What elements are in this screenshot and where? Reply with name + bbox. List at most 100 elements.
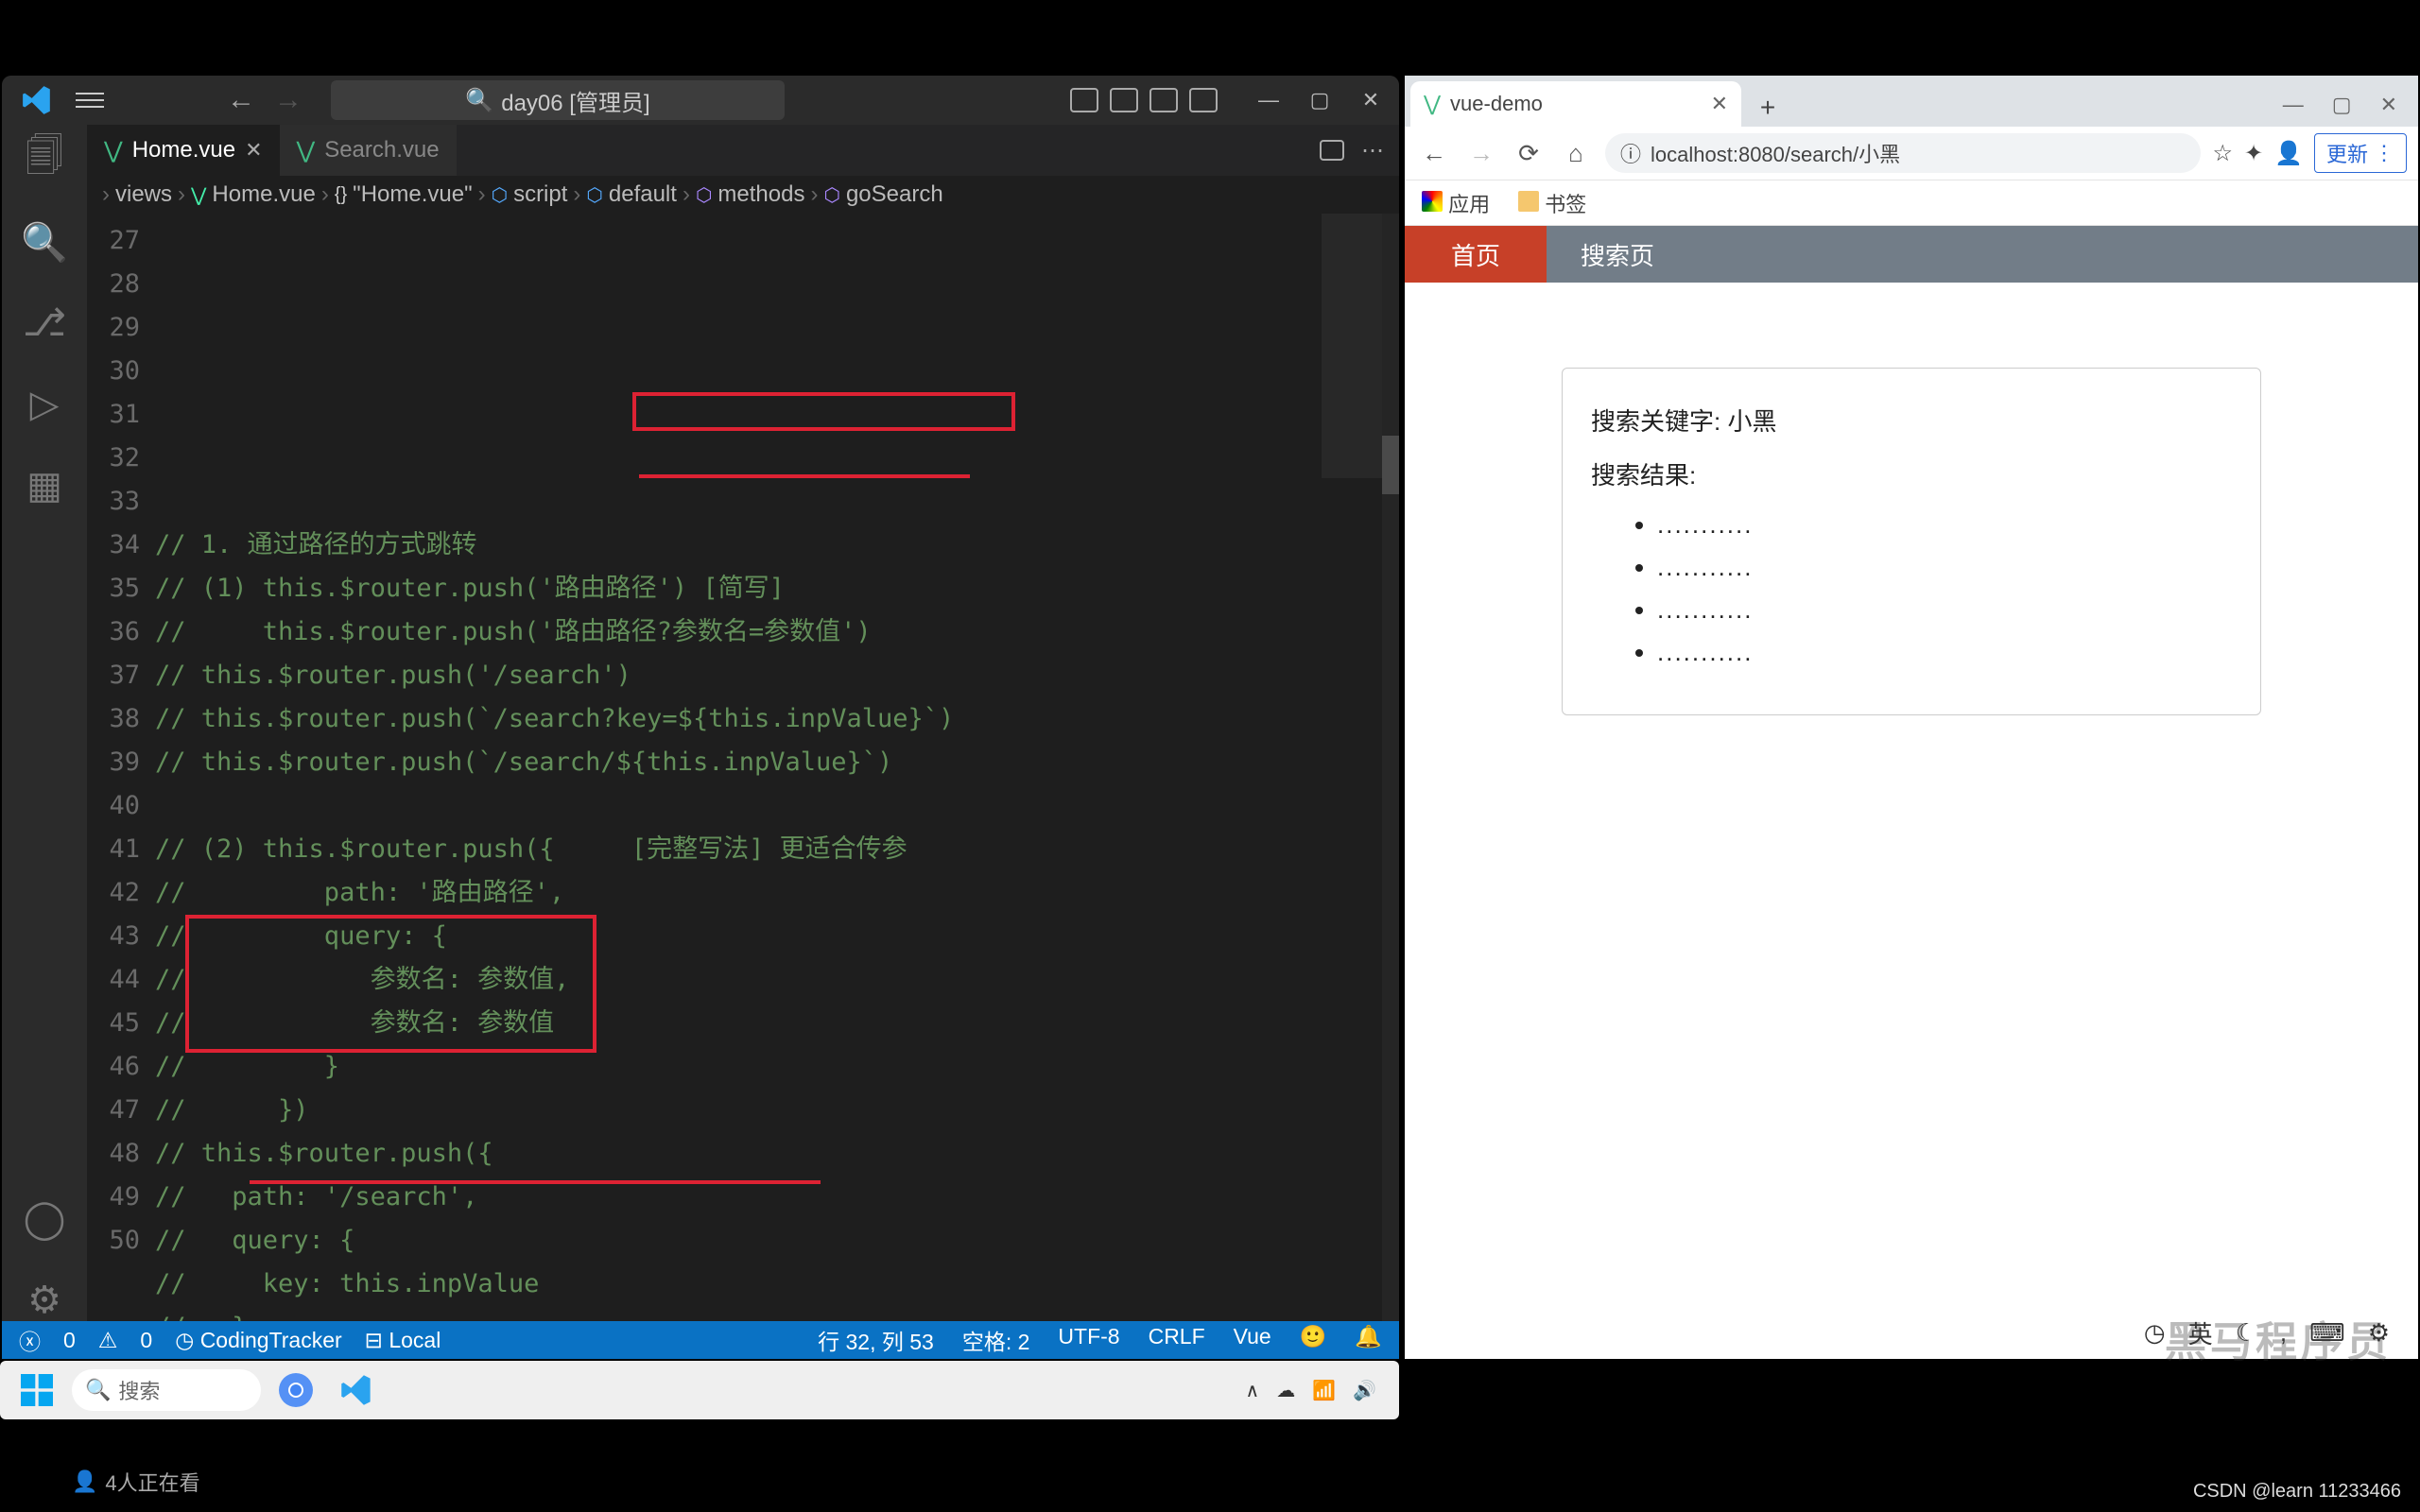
vscode-logo-icon bbox=[21, 84, 53, 116]
search-icon: 🔍 bbox=[465, 87, 493, 114]
browser-window: ⋁ vue-demo ✕ + — ▢ ✕ ← → ⟳ ⌂ ⓘ localhost… bbox=[1405, 76, 2418, 1359]
person-icon: 👤 bbox=[72, 1469, 97, 1494]
vue-file-icon: ⋁ bbox=[297, 137, 316, 164]
start-button[interactable] bbox=[11, 1365, 62, 1416]
layout-bottom-icon[interactable] bbox=[1110, 88, 1138, 112]
puzzle-icon[interactable]: ✦ bbox=[2244, 140, 2263, 167]
info-icon[interactable]: ⓘ bbox=[1620, 138, 1641, 168]
search-sidebar-icon[interactable]: 🔍 bbox=[24, 221, 65, 263]
tray-cloud-icon[interactable]: ☁ bbox=[1276, 1379, 1295, 1402]
breadcrumb[interactable]: script bbox=[513, 181, 567, 208]
command-center[interactable]: 🔍 day06 [管理员] bbox=[331, 80, 785, 120]
home-icon[interactable]: ⌂ bbox=[1558, 135, 1594, 171]
minimize-icon[interactable]: — bbox=[1255, 87, 1282, 113]
breadcrumb[interactable]: methods bbox=[717, 181, 804, 208]
breadcrumb[interactable]: Home.vue bbox=[212, 181, 315, 208]
result-item: ........... bbox=[1657, 553, 2232, 582]
layout-grid-icon[interactable] bbox=[1189, 88, 1218, 112]
close-tab-icon[interactable]: ✕ bbox=[245, 138, 262, 163]
warnings-icon[interactable]: ⚠ bbox=[98, 1328, 118, 1353]
breadcrumbs[interactable]: ›views ›⋁Home.vue ›{}"Home.vue" ›⬡script… bbox=[87, 176, 1399, 214]
watermark: 黑马程序员 bbox=[2165, 1308, 2392, 1368]
more-icon[interactable]: ⋯ bbox=[1361, 137, 1384, 164]
back-icon[interactable]: ← bbox=[1416, 135, 1452, 171]
layout-right-icon[interactable] bbox=[1150, 88, 1178, 112]
account-icon[interactable]: ◯ bbox=[24, 1198, 65, 1240]
result-label: 搜索结果: bbox=[1591, 456, 2232, 491]
result-list: ........................................… bbox=[1657, 510, 2232, 667]
close-tab-icon[interactable]: ✕ bbox=[1711, 92, 1728, 116]
result-item: ........... bbox=[1657, 510, 2232, 540]
profile-icon[interactable]: 👤 bbox=[2274, 140, 2303, 167]
forward-icon: → bbox=[1463, 135, 1499, 171]
nav-tab-home[interactable]: 首页 bbox=[1405, 226, 1547, 283]
tab-title: vue-demo bbox=[1450, 92, 1543, 116]
files-icon[interactable]: 🗐 bbox=[24, 140, 65, 181]
tab-label: Search.vue bbox=[324, 137, 439, 163]
close-icon[interactable]: ✕ bbox=[2380, 93, 2397, 117]
csdn-watermark: CSDN @learn 11233466 bbox=[2193, 1481, 2401, 1503]
annotation-underline bbox=[639, 474, 970, 478]
split-editor-icon[interactable] bbox=[1320, 140, 1344, 161]
layout-controls bbox=[1070, 88, 1218, 112]
result-item: ........... bbox=[1657, 638, 2232, 667]
vue-file-icon: ⋁ bbox=[104, 137, 123, 164]
eol[interactable]: CRLF bbox=[1149, 1324, 1205, 1356]
bookmark-folder[interactable]: 书签 bbox=[1518, 188, 1586, 218]
reload-icon[interactable]: ⟳ bbox=[1511, 135, 1547, 171]
tab-search-vue[interactable]: ⋁ Search.vue bbox=[280, 125, 457, 176]
indent-info[interactable]: 空格: 2 bbox=[962, 1324, 1030, 1356]
gear-icon[interactable]: ⚙ bbox=[24, 1280, 65, 1321]
new-tab-button[interactable]: + bbox=[1749, 89, 1787, 127]
tab-home-vue[interactable]: ⋁ Home.vue ✕ bbox=[87, 125, 280, 176]
tray-volume-icon[interactable]: 🔊 bbox=[1353, 1379, 1376, 1402]
layout-left-icon[interactable] bbox=[1070, 88, 1098, 112]
env-label[interactable]: ⊟ Local bbox=[365, 1328, 441, 1353]
errors-icon[interactable]: ⓧ bbox=[19, 1324, 41, 1356]
cursor-pos[interactable]: 行 32, 列 53 bbox=[818, 1324, 934, 1356]
errors-count[interactable]: 0 bbox=[63, 1328, 76, 1353]
bell-icon[interactable]: 🔔 bbox=[1355, 1324, 1382, 1356]
minimize-icon[interactable]: — bbox=[2283, 93, 2304, 117]
vue-fav-icon: ⋁ bbox=[1424, 92, 1441, 116]
warnings-count[interactable]: 0 bbox=[140, 1328, 152, 1353]
windows-taskbar: 🔍 搜索 ∧ ☁ 📶 🔊 bbox=[0, 1361, 1399, 1419]
nav-back-icon[interactable]: ← bbox=[227, 84, 255, 116]
breadcrumb[interactable]: views bbox=[115, 181, 172, 208]
activity-bar: 🗐 🔍 ⎇ ▷ ▦ ◯ ⚙ bbox=[2, 125, 87, 1321]
address-bar[interactable]: ⓘ localhost:8080/search/小黑 bbox=[1605, 133, 2201, 173]
breadcrumb[interactable]: goSearch bbox=[846, 181, 943, 208]
scrollbar[interactable] bbox=[1382, 214, 1399, 1321]
feedback-icon[interactable]: 🙂 bbox=[1300, 1324, 1327, 1356]
tray-expand-icon[interactable]: ∧ bbox=[1246, 1379, 1260, 1402]
breadcrumb[interactable]: "Home.vue" bbox=[353, 181, 472, 208]
hamburger-icon[interactable] bbox=[76, 86, 104, 114]
code-content[interactable]: // 1. 通过路径的方式跳转// (1) this.$router.push(… bbox=[155, 214, 1399, 1321]
taskbar-search[interactable]: 🔍 搜索 bbox=[72, 1369, 261, 1411]
code-editor[interactable]: 2728293031323334353637383940414243444546… bbox=[87, 214, 1399, 1321]
browser-tab[interactable]: ⋁ vue-demo ✕ bbox=[1410, 81, 1741, 127]
sync-icon[interactable]: ◷ bbox=[2144, 1318, 2166, 1348]
debug-icon[interactable]: ▷ bbox=[24, 384, 65, 425]
editor-tabs: ⋁ Home.vue ✕ ⋁ Search.vue ⋯ bbox=[87, 125, 1399, 176]
update-button[interactable]: 更新 ⋮ bbox=[2314, 133, 2407, 173]
apps-bookmark[interactable]: 应用 bbox=[1422, 188, 1490, 218]
maximize-icon[interactable]: ▢ bbox=[1306, 87, 1333, 113]
coding-tracker[interactable]: ◷ CodingTracker bbox=[175, 1328, 341, 1353]
nav-tab-search[interactable]: 搜索页 bbox=[1547, 226, 1688, 283]
vscode-taskbar-icon[interactable] bbox=[331, 1365, 382, 1416]
breadcrumb[interactable]: default bbox=[609, 181, 677, 208]
star-icon[interactable]: ☆ bbox=[2212, 140, 2233, 167]
lang-mode[interactable]: Vue bbox=[1234, 1324, 1271, 1356]
minimap[interactable] bbox=[1322, 214, 1390, 478]
encoding[interactable]: UTF-8 bbox=[1058, 1324, 1119, 1356]
maximize-icon[interactable]: ▢ bbox=[2332, 93, 2352, 117]
chrome-icon[interactable] bbox=[270, 1365, 321, 1416]
tray-network-icon[interactable]: 📶 bbox=[1312, 1379, 1336, 1402]
search-text: day06 [管理员] bbox=[501, 84, 649, 117]
close-icon[interactable]: ✕ bbox=[1357, 87, 1384, 113]
extensions-icon[interactable]: ▦ bbox=[24, 465, 65, 507]
address-bar-row: ← → ⟳ ⌂ ⓘ localhost:8080/search/小黑 ☆ ✦ 👤… bbox=[1405, 127, 2418, 180]
git-icon[interactable]: ⎇ bbox=[24, 302, 65, 344]
system-tray[interactable]: ∧ ☁ 📶 🔊 bbox=[1246, 1379, 1388, 1402]
